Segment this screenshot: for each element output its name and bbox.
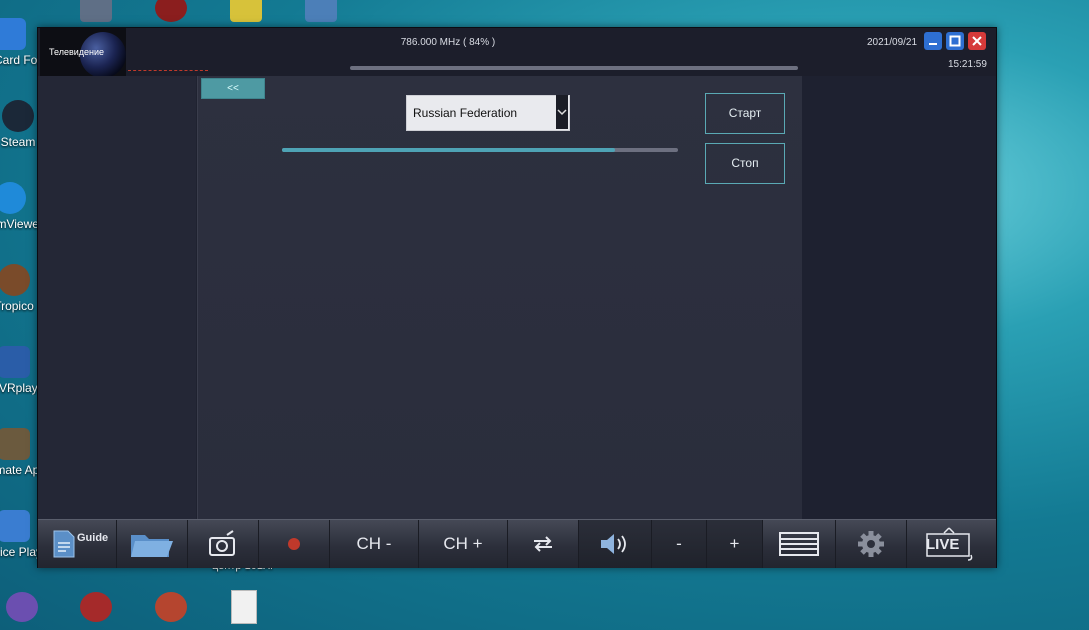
folder-icon	[131, 535, 173, 557]
desktop-icon-bottom-1[interactable]	[6, 592, 38, 622]
snapshot-button[interactable]	[188, 520, 259, 568]
dvr-icon	[0, 346, 30, 378]
desktop-icon-bottom-3[interactable]	[155, 592, 187, 622]
swap-button[interactable]	[508, 520, 579, 568]
channel-list-pane	[38, 76, 196, 519]
voice-icon	[0, 510, 30, 542]
start-button[interactable]: Старт	[705, 93, 785, 134]
mute-button[interactable]	[579, 520, 652, 568]
tropico-icon	[0, 264, 30, 296]
side-pane	[802, 76, 996, 519]
desktop-icon-bottom-4[interactable]	[231, 590, 257, 624]
volume-icon	[601, 534, 626, 554]
guide-icon	[53, 530, 75, 558]
minimize-icon	[929, 43, 937, 45]
title-bar[interactable]: Телевидение 786.000 MHz ( 84% ) 2021/09/…	[38, 28, 996, 76]
list-icon	[779, 532, 819, 556]
teamviewer-icon	[0, 182, 26, 214]
close-button[interactable]	[968, 32, 986, 50]
stop-button[interactable]: Стоп	[705, 143, 785, 184]
desktop-icon-bottom-2[interactable]	[80, 592, 112, 622]
tv-app-window: Телевидение 786.000 MHz ( 84% ) 2021/09/…	[37, 27, 997, 568]
frequency-readout: 786.000 MHz ( 84% )	[400, 37, 496, 48]
minimize-button[interactable]	[924, 32, 942, 50]
guide-label: Guide	[77, 532, 109, 544]
date-readout: 2021/09/21	[867, 37, 918, 48]
open-folder-button[interactable]	[117, 520, 188, 568]
camera-icon	[209, 530, 235, 556]
chevron-down-icon[interactable]	[556, 95, 568, 129]
guide-button[interactable]: Guide	[42, 520, 117, 568]
country-select-value: Russian Federation	[413, 106, 518, 120]
desktop-icon-top-2[interactable]	[155, 0, 187, 22]
live-label: LIVE	[926, 536, 960, 553]
record-icon	[288, 538, 300, 550]
close-icon	[972, 36, 982, 46]
volume-up-button[interactable]: +	[707, 520, 763, 568]
collapse-button[interactable]: <<	[201, 78, 265, 99]
maximize-button[interactable]	[946, 32, 964, 50]
scan-progress-fill	[282, 148, 615, 152]
app-logo: Телевидение	[40, 28, 126, 76]
time-readout: 15:21:59	[948, 59, 987, 70]
status-line	[128, 70, 208, 71]
steam-icon	[2, 100, 34, 132]
channel-up-button[interactable]: CH +	[419, 520, 508, 568]
signal-bar	[350, 66, 798, 70]
live-button[interactable]: LIVE	[907, 520, 993, 568]
sd-card-icon	[0, 18, 26, 50]
desktop-icon-top-4[interactable]	[305, 0, 337, 22]
maximize-icon	[949, 35, 961, 47]
bottom-toolbar: Guide CH - CH + - + LIVE	[38, 519, 996, 568]
logo-text: Телевидение	[49, 47, 105, 57]
swap-icon	[534, 536, 552, 552]
record-button[interactable]	[259, 520, 330, 568]
desktop-icon-top-1[interactable]	[80, 0, 112, 22]
volume-down-button[interactable]: -	[652, 520, 707, 568]
channel-down-button[interactable]: CH -	[330, 520, 419, 568]
scan-progress-bar	[282, 148, 678, 152]
country-select[interactable]: Russian Federation	[406, 95, 570, 131]
game-icon	[0, 428, 30, 460]
channel-list-button[interactable]	[763, 520, 836, 568]
gear-icon	[858, 531, 884, 557]
desktop-icon-top-3[interactable]	[230, 0, 262, 22]
settings-button[interactable]	[836, 520, 907, 568]
